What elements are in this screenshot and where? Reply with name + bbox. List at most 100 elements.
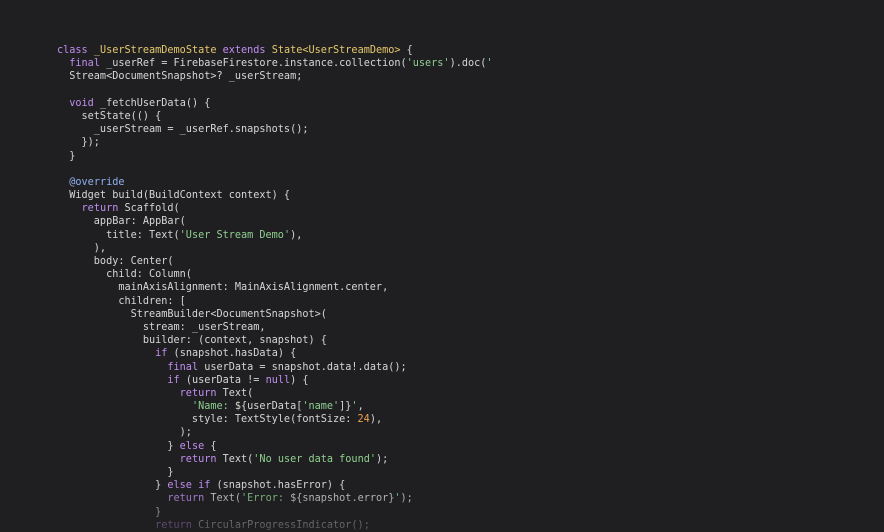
code-line: child: Column( (57, 268, 493, 281)
code-token: Text( (204, 493, 242, 505)
code-token: 'users' (406, 58, 450, 70)
code-token: class (57, 45, 88, 56)
code-line: children: [ (57, 295, 493, 308)
code-token: Stream<DocumentSnapshot>? _userStream; (57, 71, 303, 83)
code-token: appBar: AppBar( (57, 216, 186, 228)
code-token: child: Column( (57, 269, 192, 281)
code-token: }); (57, 137, 100, 149)
code-token: StreamBuilder<DocumentSnapshot>( (57, 308, 327, 320)
code-token: } (57, 506, 162, 518)
code-token: void (69, 97, 94, 109)
code-token: builder: (context, snapshot) { (57, 335, 327, 347)
code-line: } else if (snapshot.hasError) { (57, 479, 493, 492)
code-token: ]} (339, 401, 352, 413)
code-token: _fetchUserData() { (93, 97, 211, 109)
code-token: ${userData[ (234, 401, 303, 413)
code-token: final (167, 361, 199, 373)
code-line: mainAxisAlignment: MainAxisAlignment.cen… (57, 281, 493, 294)
code-token: _userRef = FirebaseFirestore.instance.co… (99, 58, 407, 70)
code-block: class _UserStreamDemoState extends State… (57, 44, 493, 532)
code-token: _userStream = _userRef.snapshots(); (57, 124, 309, 136)
code-line: Stream<DocumentSnapshot>? _userStream; (57, 70, 493, 83)
code-token: else if (167, 480, 211, 492)
code-line: @override (57, 176, 493, 189)
code-token: (snapshot.hasError) { (210, 480, 346, 492)
code-token: extends (222, 45, 266, 56)
code-token: ), (369, 414, 383, 426)
code-line: return Text( (57, 387, 493, 400)
code-line: return Text('Error: ${snapshot.error}'); (57, 492, 493, 505)
code-token: } (57, 467, 174, 478)
code-token: ); (375, 453, 389, 465)
code-line: } (57, 466, 493, 479)
code-token: style: TextStyle(fontSize: (57, 414, 358, 426)
code-token: { (204, 440, 217, 452)
code-line: ); (57, 426, 493, 439)
code-line: builder: (context, snapshot) { (57, 334, 493, 347)
code-token: return (167, 493, 205, 505)
code-line: } (57, 150, 493, 163)
code-line: return Text('No user data found'); (57, 453, 493, 466)
code-token: ) { (290, 374, 309, 386)
code-token: ), (57, 242, 107, 254)
code-token: return (155, 519, 192, 531)
code-token: } (57, 440, 180, 452)
code-token: State<UserStreamDemo> (271, 45, 401, 56)
code-line: appBar: AppBar( (57, 215, 493, 228)
code-token: ); (57, 427, 192, 439)
code-token: , (357, 401, 364, 413)
code-line: title: Text('User Stream Demo'), (57, 229, 493, 242)
code-token: body: Center( (57, 256, 174, 267)
code-token: } (57, 150, 76, 162)
code-token: Text( (216, 387, 254, 399)
code-token: 'Name: (191, 401, 235, 413)
code-token: ' (486, 58, 493, 70)
code-token: Text( (216, 453, 254, 465)
code-token: 'User Stream Demo' (179, 229, 291, 241)
code-token: if (167, 374, 180, 386)
code-token: null (265, 374, 291, 386)
code-token: setState(() { (57, 110, 162, 122)
code-token: stream: _userStream, (57, 321, 266, 333)
code-token: userData = snapshot.data!.data(); (198, 361, 407, 373)
code-line: final userData = snapshot.data!.data(); (57, 361, 493, 374)
code-line: if (snapshot.hasData) { (57, 347, 493, 360)
code-token: title: Text( (57, 229, 180, 241)
code-token: 24 (357, 414, 370, 426)
code-line: Widget build(BuildContext context) { (57, 189, 493, 202)
code-line: if (userData != null) { (57, 374, 493, 387)
code-token: 'No user data found' (253, 453, 376, 465)
code-token: @override (69, 176, 125, 188)
code-line: body: Center( (57, 255, 493, 268)
code-line: setState(() { (57, 110, 493, 123)
code-token: ); (400, 493, 413, 505)
code-line: } else { (57, 440, 493, 453)
code-token: ${snapshot.error} (290, 493, 395, 505)
code-token: final (69, 58, 100, 70)
code-token: return (179, 453, 217, 465)
code-token: ), (290, 229, 303, 241)
code-token: } (57, 480, 168, 492)
code-line: 'Name: ${userData['name']}', (57, 400, 493, 413)
code-token: 'name' (302, 401, 340, 413)
code-line: void _fetchUserData() { (57, 97, 493, 110)
code-token: if (155, 348, 168, 360)
code-line: StreamBuilder<DocumentSnapshot>( (57, 308, 493, 321)
code-line: final _userRef = FirebaseFirestore.insta… (57, 57, 493, 70)
code-token: ).doc( (449, 58, 487, 70)
code-token: CircularProgressIndicator(); (191, 519, 370, 531)
code-line: return Scaffold( (57, 202, 493, 215)
code-token: 'Error: (241, 493, 291, 505)
code-token: return (81, 203, 119, 215)
code-token: else (179, 440, 205, 452)
code-token: Widget build(BuildContext context) { (57, 190, 291, 202)
